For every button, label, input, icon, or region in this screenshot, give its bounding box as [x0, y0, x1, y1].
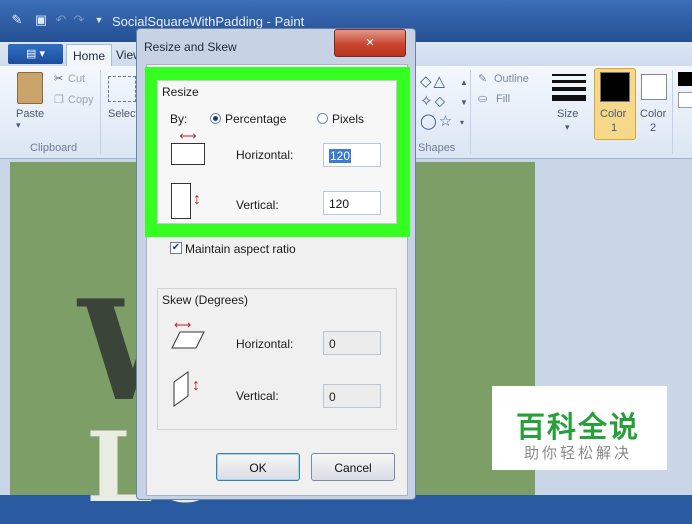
shapes-scroll-down-icon[interactable]: ▼	[460, 98, 468, 107]
cancel-button[interactable]: Cancel	[311, 453, 395, 481]
resize-vertical-label: Vertical:	[236, 198, 279, 212]
copy-icon: ❐	[54, 94, 64, 106]
skew-vertical-label: Vertical:	[236, 389, 279, 403]
color2-label: Color	[640, 108, 667, 120]
skew-horizontal-label: Horizontal:	[236, 337, 294, 351]
maintain-aspect-label[interactable]: Maintain aspect ratio	[185, 242, 296, 256]
cut-button[interactable]: Cut	[68, 73, 85, 85]
skew-vertical-arrow-icon: ↕	[192, 377, 200, 394]
shapes-row-2-icon[interactable]: ✧⬦	[420, 92, 447, 110]
ok-button[interactable]: OK	[216, 453, 300, 481]
skew-vertical-icon	[173, 371, 189, 407]
pixels-radio[interactable]	[317, 113, 328, 124]
customize-toolbar-icon[interactable]: ▼	[92, 13, 106, 27]
percentage-radio[interactable]	[210, 113, 221, 124]
shapes-scroll-up-icon[interactable]: ▲	[460, 78, 468, 87]
resize-heading: Resize	[162, 85, 199, 99]
color2-swatch[interactable]	[641, 74, 667, 100]
size-button[interactable]: Size	[557, 108, 578, 120]
shapes-group-label: Shapes	[418, 142, 456, 154]
skew-vertical-input[interactable]: 0	[323, 384, 381, 408]
shapes-row-3-icon[interactable]: ◯☆	[420, 112, 454, 130]
palette-swatch-white[interactable]	[678, 92, 692, 108]
watermark-subtitle: 助你轻松解决	[524, 445, 633, 462]
scissors-icon: ✂	[54, 73, 64, 85]
redo-icon[interactable]: ↷	[72, 13, 86, 27]
palette-swatch-black[interactable]	[678, 72, 692, 86]
group-divider-2	[470, 70, 471, 154]
select-button[interactable]: Select	[108, 108, 139, 120]
undo-icon[interactable]: ↶	[54, 13, 68, 27]
skew-horizontal-input[interactable]: 0	[323, 331, 381, 355]
skew-panel	[157, 288, 397, 430]
paste-button[interactable]: Paste	[16, 108, 44, 120]
clipboard-icon	[17, 72, 43, 104]
resize-vertical-input[interactable]: 120	[323, 191, 381, 215]
close-button[interactable]: ×	[334, 29, 406, 57]
resize-horizontal-value: 120	[329, 149, 352, 163]
vertical-arrow-icon: ↕	[193, 191, 201, 208]
copy-button[interactable]: Copy	[68, 94, 94, 106]
horizontal-arrow-icon: ⟷	[179, 129, 197, 143]
color1-swatch	[600, 72, 630, 102]
maintain-aspect-checkbox[interactable]: ✔	[170, 242, 182, 254]
dialog-title: Resize and Skew	[144, 40, 237, 54]
outline-button[interactable]: Outline	[494, 73, 529, 85]
group-divider	[100, 70, 101, 154]
watermark-title: 百科全说	[516, 410, 641, 444]
color1-number: 1	[611, 122, 618, 134]
group-divider-3	[672, 70, 673, 154]
select-icon	[108, 76, 136, 102]
color2-number: 2	[650, 122, 657, 134]
outline-icon: ✎	[478, 73, 488, 85]
skew-horizontal-icon	[171, 331, 205, 349]
size-dropdown-icon[interactable]: ▾	[565, 122, 570, 133]
size-lines-icon	[552, 74, 586, 101]
fill-button[interactable]: Fill	[496, 93, 510, 105]
paste-dropdown-icon[interactable]: ▾	[16, 120, 21, 131]
pixels-label[interactable]: Pixels	[332, 112, 364, 126]
by-label: By:	[170, 112, 188, 126]
shapes-row-1-icon[interactable]: ◇△	[420, 72, 447, 90]
file-menu-button[interactable]: ▤ ▾	[8, 44, 63, 64]
color1-label: Color	[600, 108, 627, 120]
tab-home[interactable]: Home	[66, 44, 112, 67]
shapes-more-icon[interactable]: ▾	[460, 118, 464, 127]
resize-horizontal-input[interactable]: 120	[323, 143, 381, 167]
percentage-label[interactable]: Percentage	[225, 112, 286, 126]
skew-heading: Skew (Degrees)	[162, 293, 249, 307]
fill-icon: ⛀	[478, 93, 488, 105]
save-icon[interactable]: ▣	[34, 13, 48, 27]
paint-app-icon[interactable]: ✎	[10, 13, 24, 27]
vertical-resize-icon	[171, 183, 191, 219]
resize-horizontal-label: Horizontal:	[236, 148, 294, 162]
clipboard-group-label: Clipboard	[30, 142, 78, 154]
window-title: SocialSquareWithPadding - Paint	[112, 14, 305, 29]
horizontal-resize-icon	[171, 143, 205, 165]
